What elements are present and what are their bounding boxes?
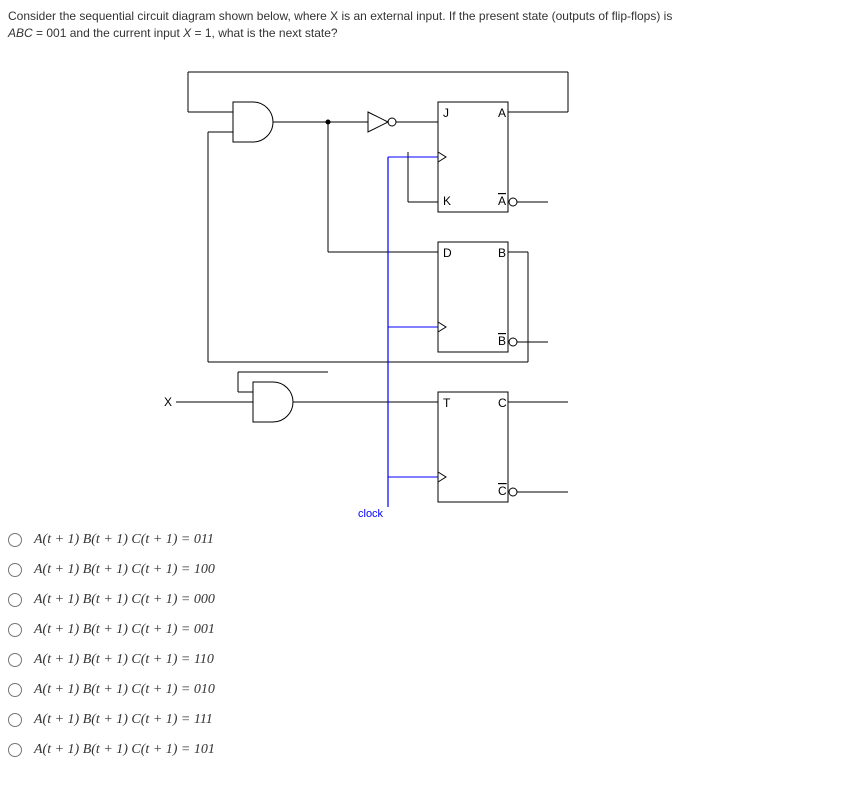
question-mid: and the current input (70, 26, 183, 40)
abc: ABC (8, 26, 33, 40)
label-K: K (443, 194, 451, 208)
label-Bbar: B (498, 334, 506, 348)
answer-option[interactable]: A(t + 1) B(t + 1) C(t + 1) = 110 (8, 652, 860, 668)
label-X: X (164, 395, 172, 409)
label-D: D (443, 246, 452, 260)
answer-text: A(t + 1) B(t + 1) C(t + 1) = 000 (34, 592, 215, 608)
label-A: A (498, 106, 506, 120)
radio-option-1[interactable] (8, 563, 22, 577)
question-text: Consider the sequential circuit diagram … (8, 8, 860, 42)
answer-list: A(t + 1) B(t + 1) C(t + 1) = 011 A(t + 1… (8, 532, 860, 758)
radio-option-5[interactable] (8, 683, 22, 697)
answer-option[interactable]: A(t + 1) B(t + 1) C(t + 1) = 010 (8, 682, 860, 698)
circuit-diagram: J A K A D B B T C C (148, 62, 668, 522)
label-Cbar: C (498, 484, 507, 498)
answer-option[interactable]: A(t + 1) B(t + 1) C(t + 1) = 011 (8, 532, 860, 548)
answer-text: A(t + 1) B(t + 1) C(t + 1) = 111 (34, 712, 213, 728)
answer-option[interactable]: A(t + 1) B(t + 1) C(t + 1) = 000 (8, 592, 860, 608)
answer-text: A(t + 1) B(t + 1) C(t + 1) = 001 (34, 622, 215, 638)
radio-option-0[interactable] (8, 533, 22, 547)
answer-text: A(t + 1) B(t + 1) C(t + 1) = 011 (34, 532, 214, 548)
radio-option-7[interactable] (8, 743, 22, 757)
label-B: B (498, 246, 506, 260)
radio-option-4[interactable] (8, 653, 22, 667)
answer-option[interactable]: A(t + 1) B(t + 1) C(t + 1) = 111 (8, 712, 860, 728)
answer-option[interactable]: A(t + 1) B(t + 1) C(t + 1) = 100 (8, 562, 860, 578)
label-Abar: A (498, 194, 506, 208)
radio-option-2[interactable] (8, 593, 22, 607)
answer-text: A(t + 1) B(t + 1) C(t + 1) = 100 (34, 562, 215, 578)
radio-option-6[interactable] (8, 713, 22, 727)
answer-text: A(t + 1) B(t + 1) C(t + 1) = 010 (34, 682, 215, 698)
eq001: = 001 (33, 26, 67, 40)
label-C: C (498, 396, 507, 410)
label-J: J (443, 106, 449, 120)
answer-option[interactable]: A(t + 1) B(t + 1) C(t + 1) = 001 (8, 622, 860, 638)
label-T: T (443, 396, 451, 410)
question-after: , what is the next state? (212, 26, 338, 40)
radio-option-3[interactable] (8, 623, 22, 637)
label-clock: clock (358, 508, 384, 520)
question-part1: Consider the sequential circuit diagram … (8, 9, 672, 23)
answer-text: A(t + 1) B(t + 1) C(t + 1) = 110 (34, 652, 214, 668)
answer-option[interactable]: A(t + 1) B(t + 1) C(t + 1) = 101 (8, 742, 860, 758)
x-var: X (183, 26, 191, 40)
diagram-svg: J A K A D B B T C C (148, 62, 668, 522)
answer-text: A(t + 1) B(t + 1) C(t + 1) = 101 (34, 742, 215, 758)
eq-x: = 1 (191, 26, 211, 40)
